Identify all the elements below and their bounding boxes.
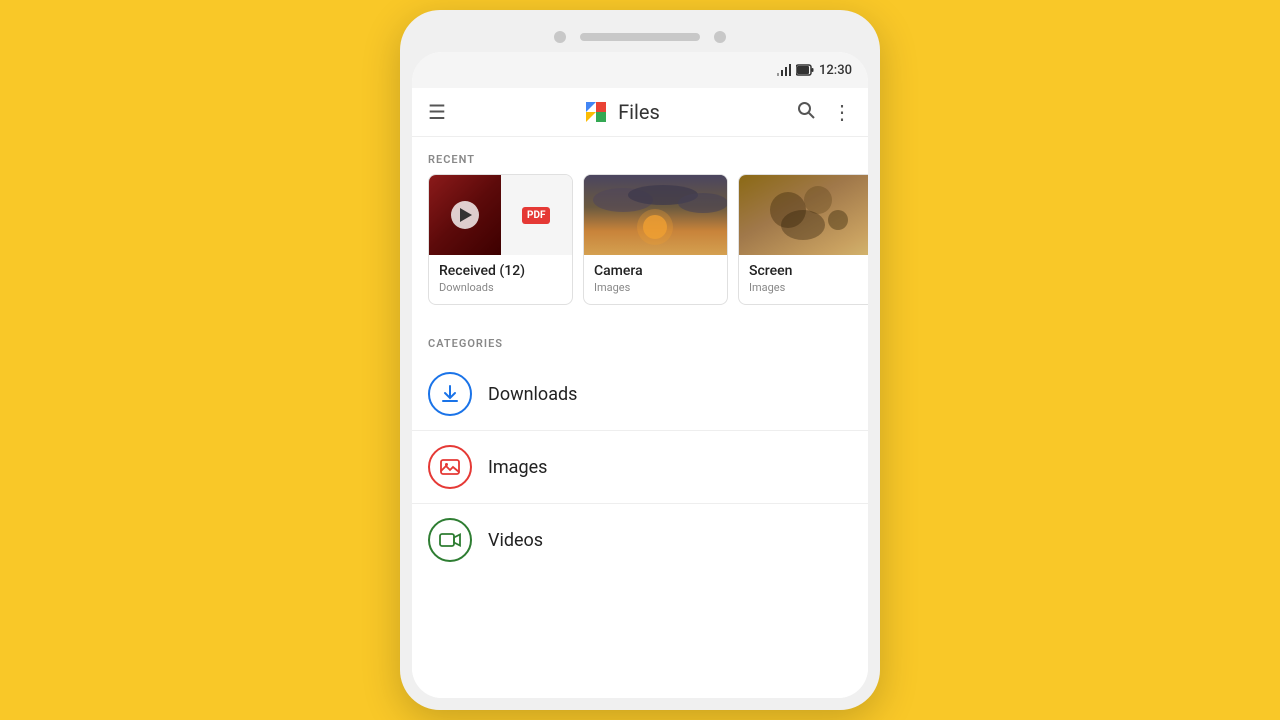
- category-item-videos[interactable]: Videos: [412, 504, 868, 576]
- speaker-bar: [580, 33, 700, 41]
- phone-notch: [412, 22, 868, 52]
- images-icon-circle: [428, 445, 472, 489]
- category-item-downloads[interactable]: Downloads: [412, 358, 868, 431]
- status-time: 12:30: [819, 63, 852, 78]
- battery-icon: [796, 64, 814, 76]
- search-button[interactable]: [796, 100, 816, 125]
- content-area: RECENT PDF Rece: [412, 137, 868, 698]
- card-thumb-received: PDF: [429, 175, 572, 255]
- more-options-button[interactable]: ⋮: [832, 100, 852, 124]
- hamburger-menu-button[interactable]: ☰: [428, 100, 446, 124]
- signal-icon: [775, 62, 791, 78]
- category-label-downloads: Downloads: [488, 384, 577, 405]
- app-bar-right: ⋮: [796, 100, 852, 125]
- card-thumb-camera: [584, 175, 727, 255]
- status-icons: 12:30: [775, 62, 852, 78]
- play-triangle: [460, 208, 472, 222]
- download-icon: [439, 383, 461, 405]
- recent-cards-container: PDF Received (12) Downloads: [412, 174, 868, 321]
- recent-card-camera[interactable]: Camera Images: [583, 174, 728, 305]
- files-app-logo: [582, 98, 610, 126]
- pdf-thumbnail-half: PDF: [501, 175, 573, 255]
- phone-frame: 12:30 ☰: [400, 10, 880, 710]
- status-bar: 12:30: [412, 52, 868, 88]
- camera-thumbnail: [584, 175, 727, 255]
- play-button-icon: [451, 201, 479, 229]
- videos-icon-circle: [428, 518, 472, 562]
- card-info-screen: Screen Images: [739, 255, 868, 304]
- categories-section-label: CATEGORIES: [412, 321, 868, 358]
- app-bar-left: ☰: [428, 100, 446, 124]
- card-sub-camera: Images: [594, 281, 717, 294]
- speaker-dot-left: [554, 31, 566, 43]
- card-name-received: Received (12): [439, 263, 562, 279]
- recent-card-screen[interactable]: Screen Images: [738, 174, 868, 305]
- card-info-received: Received (12) Downloads: [429, 255, 572, 304]
- category-label-images: Images: [488, 457, 547, 478]
- category-label-videos: Videos: [488, 530, 543, 551]
- app-bar-center: Files: [582, 98, 660, 126]
- card-sub-screen: Images: [749, 281, 868, 294]
- images-icon: [439, 456, 461, 478]
- card-name-screen: Screen: [749, 263, 868, 279]
- card-sub-received: Downloads: [439, 281, 562, 294]
- phone-screen: 12:30 ☰: [412, 52, 868, 698]
- speaker-dot-right: [714, 31, 726, 43]
- videos-icon: [439, 529, 461, 551]
- category-item-images[interactable]: Images: [412, 431, 868, 504]
- recent-section-label: RECENT: [412, 137, 868, 174]
- recent-card-received[interactable]: PDF Received (12) Downloads: [428, 174, 573, 305]
- video-thumbnail-half: [429, 175, 501, 255]
- app-bar: ☰ Files: [412, 88, 868, 137]
- downloads-icon-circle: [428, 372, 472, 416]
- card-thumb-screen: [739, 175, 868, 255]
- card-info-camera: Camera Images: [584, 255, 727, 304]
- pdf-badge: PDF: [522, 207, 550, 224]
- card-name-camera: Camera: [594, 263, 717, 279]
- app-title: Files: [618, 100, 660, 124]
